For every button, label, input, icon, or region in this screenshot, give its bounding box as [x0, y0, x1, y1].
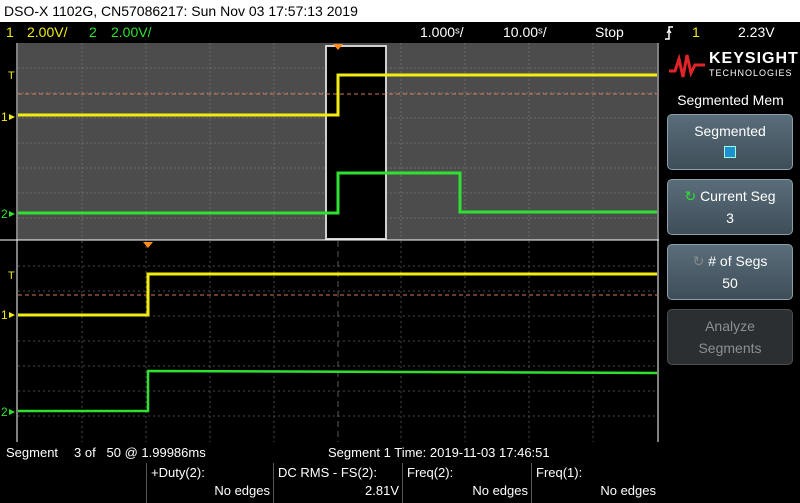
ch2-number[interactable]: 2: [89, 22, 97, 43]
measurement-name: Freq(1):: [536, 465, 583, 480]
num-segs-softkey[interactable]: ↻ # of Segs 50: [667, 244, 793, 300]
trigger-level-marker-zoom[interactable]: T: [8, 270, 15, 282]
ch1-scale[interactable]: 2.00V/: [27, 22, 67, 43]
ch2-ground-marker[interactable]: 2: [1, 207, 8, 221]
current-seg-value: 3: [726, 210, 734, 226]
segment-label: Segment: [6, 445, 59, 460]
measurement-name: DC RMS - FS(2):: [278, 465, 377, 480]
logo-sub: TECHNOLOGIES: [709, 68, 793, 78]
measurement-freq2[interactable]: Freq(2): No edges: [402, 463, 531, 503]
trigger-channel[interactable]: 1: [692, 22, 700, 43]
keysight-logo: KEYSIGHT TECHNOLOGIES: [661, 43, 800, 89]
menu-title: Segmented Mem: [677, 92, 784, 108]
ch2-ground-marker-zoom[interactable]: 2: [1, 405, 8, 419]
rotate-knob-icon: ↻: [684, 188, 697, 204]
segment-value: 3 of 50 @ 1.99986ms: [74, 445, 206, 460]
softkey-label: Current Seg: [700, 188, 776, 204]
segment-time: Segment 1 Time: 2019-11-03 17:46:51: [328, 445, 550, 460]
current-seg-softkey[interactable]: ↻ Current Seg 3: [667, 179, 793, 235]
ch1-ground-marker-zoom[interactable]: 1: [1, 308, 8, 322]
softkey-label: Segmented: [694, 123, 766, 139]
softkey-panel: KEYSIGHT TECHNOLOGIES Segmented Mem Segm…: [661, 43, 800, 503]
rotate-knob-icon: ↻: [692, 253, 705, 269]
info-bar: Segment 3 of 50 @ 1.99986ms Segment 1 Ti…: [0, 443, 659, 503]
measurement-value: No edges: [472, 483, 528, 498]
measurement-dc-rms[interactable]: DC RMS - FS(2): 2.81V: [273, 463, 402, 503]
measurement-value: 2.81V: [365, 483, 399, 498]
measurement-duty[interactable]: +Duty(2): No edges: [146, 463, 273, 503]
measurement-value: No edges: [214, 483, 270, 498]
ch1-number[interactable]: 1: [6, 22, 14, 43]
run-state[interactable]: Stop: [595, 22, 624, 43]
window-title: DSO-X 1102G, CN57086217: Sun Nov 03 17:5…: [0, 0, 800, 22]
segmented-checkbox[interactable]: [668, 145, 792, 161]
softkey-label: Analyze: [705, 318, 755, 334]
segmented-softkey[interactable]: Segmented: [667, 114, 793, 170]
trigger-level[interactable]: 2.23V: [738, 22, 775, 43]
measurement-name: +Duty(2):: [151, 465, 205, 480]
analyze-segments-softkey[interactable]: Analyze Segments: [667, 309, 793, 365]
num-segs-value: 50: [722, 275, 738, 291]
waveform-display[interactable]: T 1 2 T 1 2: [0, 43, 659, 443]
logo-name: KEYSIGHT: [709, 50, 799, 67]
measurement-value: No edges: [600, 483, 656, 498]
status-bar: 1 2.00V/ 2 2.00V/ 1.000ˢ/ 10.00ˢ/ Stop 1…: [0, 22, 800, 43]
measurement-name: Freq(2):: [407, 465, 454, 480]
measurement-freq1[interactable]: Freq(1): No edges: [531, 463, 659, 503]
keysight-wave-icon: [669, 53, 705, 78]
trigger-level-marker[interactable]: T: [8, 70, 15, 82]
timebase-zoom[interactable]: 1.000ˢ/: [420, 22, 464, 43]
ch1-ground-marker[interactable]: 1: [1, 110, 8, 124]
softkey-label: # of Segs: [708, 253, 768, 269]
ch2-scale[interactable]: 2.00V/: [111, 22, 151, 43]
timebase-main[interactable]: 10.00ˢ/: [503, 22, 547, 43]
softkey-label-2: Segments: [698, 340, 762, 356]
